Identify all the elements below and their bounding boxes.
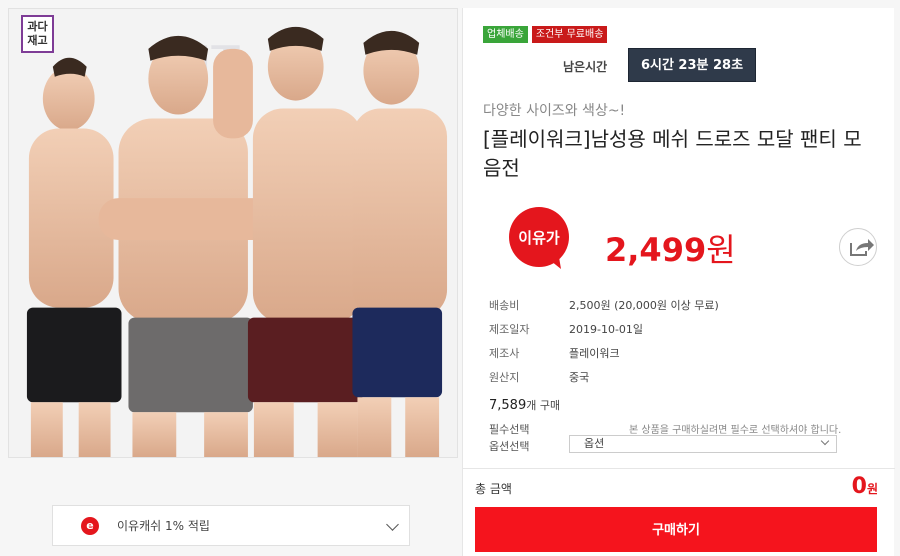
overstock-badge: 과다 재고	[21, 15, 54, 53]
spec-key: 제조일자	[489, 323, 530, 336]
share-icon	[850, 239, 874, 256]
share-button[interactable]	[839, 228, 877, 266]
spec-row-shipping: 배송비 2,500원 (20,000원 이상 무료)	[489, 297, 869, 313]
overstock-badge-line2: 재고	[27, 34, 48, 47]
countdown-timer: 6시간 23분 28초	[628, 48, 756, 82]
cashback-dropdown[interactable]: e 이유캐쉬 1% 적립	[52, 505, 410, 546]
spec-row-mfg-date: 제조일자 2019-10-01일	[489, 321, 869, 337]
total-amount-unit: 원	[866, 482, 878, 496]
overstock-badge-line1: 과다	[27, 20, 48, 33]
tag-vendor-delivery: 업체배송	[483, 26, 528, 43]
purchase-count-value: 7,589	[489, 398, 527, 413]
cashback-text: 이유캐쉬 1% 적립	[117, 519, 210, 533]
price-unit: 원	[706, 231, 736, 269]
required-select-label: 필수선택	[489, 423, 530, 436]
total-amount-value: 0	[851, 474, 867, 499]
spec-row-manufacturer: 제조사 플레이워크	[489, 345, 869, 361]
product-photo: ENT	[9, 9, 457, 457]
required-select-note: 본 상품을 구매하실려면 필수로 선택하셔야 합니다.	[629, 425, 842, 436]
spec-key: 제조사	[489, 347, 520, 360]
divider	[463, 468, 895, 469]
spec-value: 플레이워크	[569, 347, 620, 360]
tag-conditional-free-shipping: 조건부 무료배송	[531, 26, 608, 43]
e-cash-icon: e	[81, 516, 99, 535]
option-select[interactable]: 옵션	[569, 435, 837, 453]
eyuga-price-logo: 이유가	[509, 207, 569, 269]
price-value: 2,499	[605, 231, 707, 269]
price: 2,499원	[605, 230, 736, 270]
spec-key: 원산지	[489, 371, 520, 384]
spec-row-origin: 원산지 중국	[489, 369, 869, 385]
buy-button[interactable]: 구매하기	[475, 507, 877, 552]
product-title: [플레이워크]남성용 메쉬 드로즈 모달 팬티 모음전	[483, 127, 862, 180]
product-image[interactable]: ENT	[8, 8, 458, 458]
purchase-count-unit: 개 구매	[526, 399, 561, 412]
total-amount: 0원	[852, 474, 878, 499]
product-info-panel: 업체배송 조건부 무료배송 남은시간 6시간 23분 28초 다양한 사이즈와 …	[462, 8, 895, 556]
price-logo-text: 이유가	[518, 229, 560, 247]
spec-value: 2,500원 (20,000원 이상 무료)	[569, 299, 719, 312]
spec-key: 배송비	[489, 299, 520, 312]
option-select-label: 옵션선택	[489, 440, 530, 453]
product-page: ENT	[0, 0, 900, 556]
chevron-down-icon	[386, 518, 399, 531]
product-subtitle: 다양한 사이즈와 색상~!	[483, 103, 626, 119]
chevron-down-icon	[820, 436, 830, 446]
spec-value: 중국	[569, 371, 590, 384]
timer-label: 남은시간	[563, 60, 608, 74]
delivery-tags: 업체배송 조건부 무료배송	[483, 26, 608, 43]
option-select-value: 옵션	[584, 437, 605, 450]
purchase-count: 7,589개 구매	[489, 397, 560, 413]
spec-value: 2019-10-01일	[569, 323, 644, 336]
total-label: 총 금액	[475, 482, 512, 496]
